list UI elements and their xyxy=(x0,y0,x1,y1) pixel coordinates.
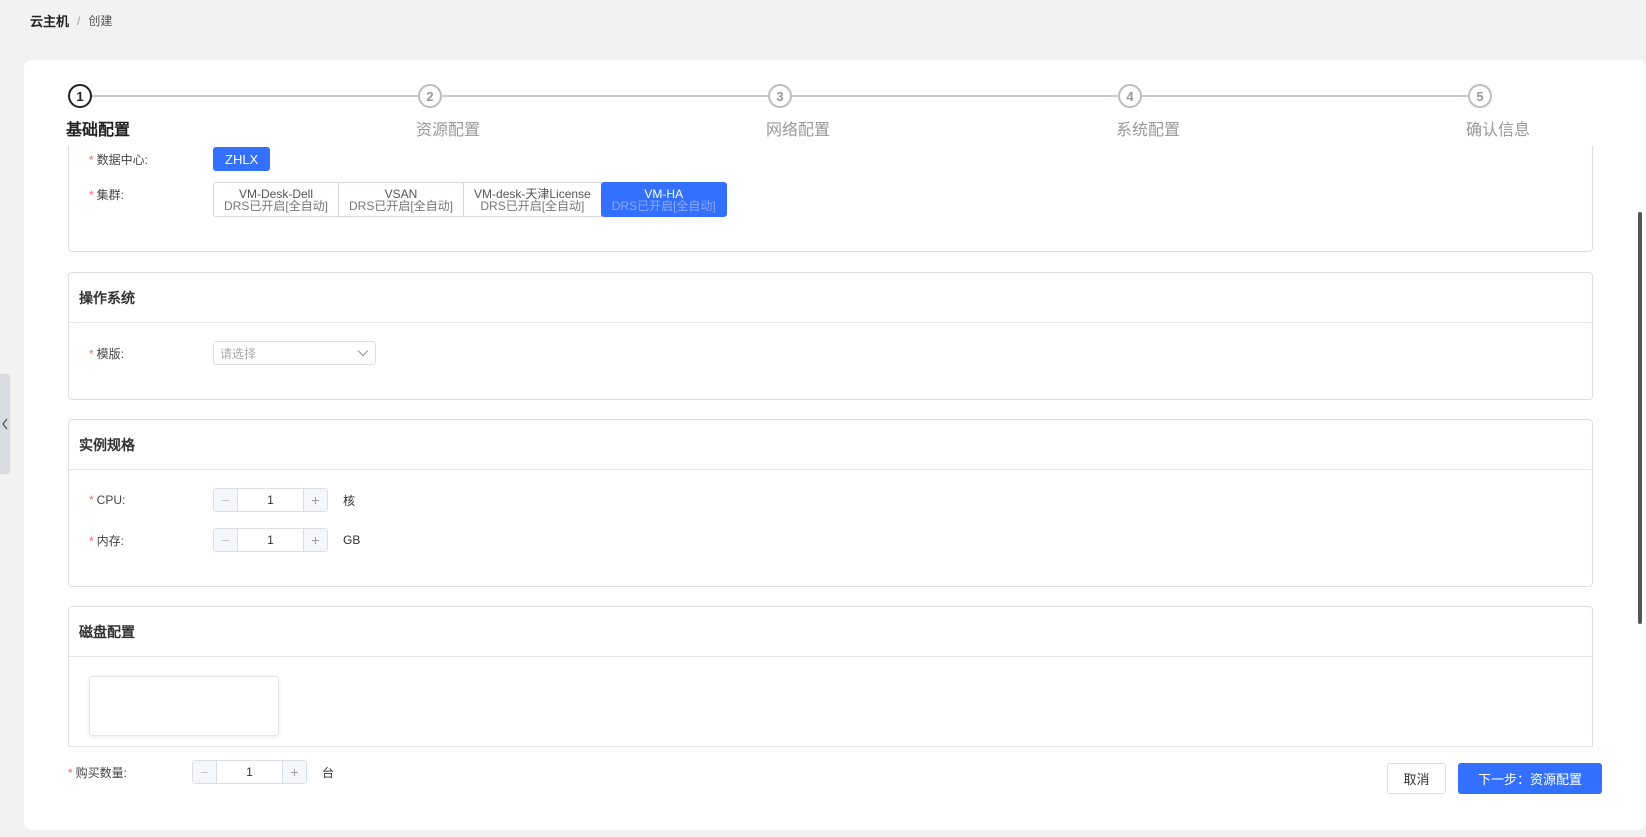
step-2-number: 2 xyxy=(418,84,442,108)
cpu-decrement-button[interactable]: − xyxy=(214,489,238,511)
cpu-increment-button[interactable]: + xyxy=(303,489,327,511)
cluster-name: VSAN xyxy=(384,186,418,201)
memory-decrement-button[interactable]: − xyxy=(214,529,238,551)
required-mark: * xyxy=(89,188,94,202)
datacenter-option-zhlx[interactable]: ZHLX xyxy=(213,147,271,171)
cluster-label-text: 集群: xyxy=(96,188,125,202)
cluster-selector: VM-Desk-Dell DRS已开启[全自动] VSAN DRS已开启[全自动… xyxy=(213,182,727,217)
cancel-button[interactable]: 取消 xyxy=(1387,763,1446,794)
memory-label-text: 内存: xyxy=(96,533,125,548)
required-mark: * xyxy=(68,765,73,780)
memory-input[interactable]: 1 xyxy=(238,529,303,551)
step-4-label: 系统配置 xyxy=(1116,122,1181,139)
required-mark: * xyxy=(89,346,94,361)
template-label-text: 模版: xyxy=(96,346,125,361)
os-panel: 操作系统 * 模版: 请选择 xyxy=(68,272,1593,400)
sidebar-collapse-toggle[interactable] xyxy=(0,374,10,474)
next-step-button[interactable]: 下一步：资源配置 xyxy=(1458,763,1602,794)
cluster-option-vm-ha[interactable]: VM-HA DRS已开启[全自动] xyxy=(600,182,727,217)
vertical-scrollbar[interactable] xyxy=(1638,212,1642,624)
cluster-label: * 集群: xyxy=(89,182,213,203)
quantity-label-text: 购买数量: xyxy=(75,765,128,780)
cpu-unit: 核 xyxy=(343,493,356,508)
step-connector xyxy=(92,95,418,97)
template-label: * 模版: xyxy=(89,345,213,362)
step-2-label: 资源配置 xyxy=(416,122,481,139)
os-panel-title: 操作系统 xyxy=(69,273,1592,323)
form-scroll-area[interactable]: * 数据中心: ZHLX * 集群: VM-Desk-Dell DRS已开启[全自动… xyxy=(68,146,1598,746)
instance-spec-panel: 实例规格 * CPU: − 1 + 核 * 内存: − 1 + GB xyxy=(68,419,1593,587)
step-3-label: 网络配置 xyxy=(766,122,831,139)
step-connector xyxy=(442,95,768,97)
required-mark: * xyxy=(89,533,94,548)
memory-row: * 内存: − 1 + GB xyxy=(89,528,360,552)
cluster-option-vm-desk-tianjin-license[interactable]: VM-desk-天津License DRS已开启[全自动] xyxy=(463,182,602,217)
datacenter-label-text: 数据中心: xyxy=(96,152,149,167)
spec-panel-title: 实例规格 xyxy=(69,420,1592,470)
create-wizard-card: 1 基础配置 2 资源配置 3 网络配置 4 系统配置 5 确认信息 * 数据中心… xyxy=(24,60,1646,830)
disk-card[interactable] xyxy=(89,676,279,736)
cpu-row: * CPU: − 1 + 核 xyxy=(89,488,355,512)
chevron-down-icon xyxy=(357,350,369,357)
disk-config-panel: 磁盘配置 xyxy=(68,606,1593,746)
step-4-number: 4 xyxy=(1118,84,1142,108)
quantity-increment-button[interactable]: + xyxy=(282,761,306,783)
breadcrumb-current: 创建 xyxy=(88,14,113,28)
cluster-option-vm-desk-dell[interactable]: VM-Desk-Dell DRS已开启[全自动] xyxy=(213,182,340,217)
memory-increment-button[interactable]: + xyxy=(303,529,327,551)
step-connector xyxy=(792,95,1118,97)
quantity-input[interactable]: 1 xyxy=(217,761,282,783)
required-mark: * xyxy=(89,152,94,167)
step-3-number: 3 xyxy=(768,84,792,108)
breadcrumb-root[interactable]: 云主机 xyxy=(30,11,69,30)
cpu-stepper: − 1 + xyxy=(213,488,328,512)
cluster-row: * 集群: VM-Desk-Dell DRS已开启[全自动] VSAN DRS已开… xyxy=(89,182,727,217)
quantity-unit: 台 xyxy=(322,765,335,780)
template-select-placeholder: 请选择 xyxy=(220,346,257,361)
memory-unit: GB xyxy=(343,533,361,547)
quantity-stepper: − 1 + xyxy=(192,760,307,784)
datacenter-row: * 数据中心: ZHLX xyxy=(89,147,271,171)
disk-panel-title: 磁盘配置 xyxy=(69,607,1592,657)
datacenter-label: * 数据中心: xyxy=(89,151,213,168)
memory-label: * 内存: xyxy=(89,532,213,549)
basic-config-panel: * 数据中心: ZHLX * 集群: VM-Desk-Dell DRS已开启[全自动… xyxy=(68,146,1593,252)
cpu-label-text: CPU: xyxy=(96,493,126,507)
cluster-name: VM-Desk-Dell xyxy=(239,186,314,201)
memory-stepper: − 1 + xyxy=(213,528,328,552)
step-connector xyxy=(1142,95,1468,97)
quantity-decrement-button[interactable]: − xyxy=(193,761,217,783)
cluster-name: VM-desk-天津License xyxy=(474,186,591,201)
cluster-status: DRS已开启[全自动] xyxy=(349,198,454,213)
cluster-status: DRS已开启[全自动] xyxy=(480,198,585,213)
step-5-number: 5 xyxy=(1468,84,1492,108)
wizard-steps: 1 基础配置 2 资源配置 3 网络配置 4 系统配置 5 确认信息 xyxy=(66,84,1628,144)
purchase-quantity-row: * 购买数量: − 1 + 台 xyxy=(68,760,334,784)
cluster-name: VM-HA xyxy=(644,186,684,201)
cluster-status: DRS已开启[全自动] xyxy=(611,198,716,213)
chevron-left-icon xyxy=(2,418,8,430)
footer-divider xyxy=(68,746,1593,747)
step-1-number: 1 xyxy=(68,84,92,108)
cluster-status: DRS已开启[全自动] xyxy=(224,198,329,213)
step-1-label: 基础配置 xyxy=(66,122,131,139)
required-mark: * xyxy=(89,493,94,507)
breadcrumb-separator: / xyxy=(77,13,81,28)
cluster-option-vsan[interactable]: VSAN DRS已开启[全自动] xyxy=(338,182,465,217)
step-5-label: 确认信息 xyxy=(1466,122,1531,139)
template-row: * 模版: 请选择 xyxy=(89,341,376,365)
quantity-label: * 购买数量: xyxy=(68,764,192,781)
cpu-input[interactable]: 1 xyxy=(238,489,303,511)
cpu-label: * CPU: xyxy=(89,493,213,507)
template-select[interactable]: 请选择 xyxy=(213,341,376,365)
breadcrumb: 云主机 / 创建 xyxy=(30,11,112,30)
